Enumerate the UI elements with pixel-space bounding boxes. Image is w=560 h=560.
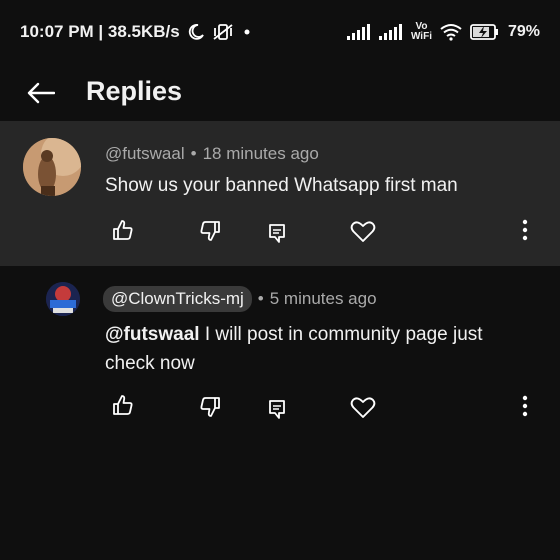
status-right: Vo WiFi 79%	[346, 22, 540, 42]
thumbs-up-icon	[111, 218, 135, 247]
meta-separator: •	[190, 144, 197, 163]
status-time-speed: 10:07 PM | 38.5KB/s	[20, 22, 180, 41]
avatar[interactable]	[46, 282, 80, 316]
avatar[interactable]	[23, 138, 81, 196]
reply-mention[interactable]: @futswaal	[105, 324, 200, 345]
like-button[interactable]	[108, 217, 138, 247]
thumbs-down-icon	[198, 395, 222, 424]
more-vertical-icon	[522, 219, 528, 246]
heart-icon	[350, 395, 376, 424]
signal-1-icon	[346, 24, 371, 40]
vowifi-bottom: WiFi	[410, 31, 432, 42]
battery-percent: 79%	[507, 23, 540, 40]
heart-button[interactable]	[348, 394, 378, 424]
moon-icon	[188, 24, 204, 40]
page-title: Replies	[86, 76, 183, 106]
wifi-icon	[440, 23, 462, 41]
thumbs-down-icon	[198, 219, 222, 248]
heart-button[interactable]	[348, 218, 378, 248]
status-left: 10:07 PM | 38.5KB/s	[20, 22, 252, 42]
more-options-button[interactable]	[510, 393, 540, 423]
reply-icon	[266, 398, 288, 425]
reply-time: 5 minutes ago	[269, 289, 377, 308]
comment-author[interactable]: @futswaal	[105, 144, 185, 164]
vowifi-label: Vo WiFi	[411, 22, 432, 42]
comment-meta: @futswaal • 18 minutes ago	[105, 144, 319, 164]
status-bar: 10:07 PM | 38.5KB/s Vo WiFi 79%	[0, 0, 560, 64]
reply-icon	[266, 222, 288, 249]
dislike-button[interactable]	[195, 394, 225, 424]
like-button[interactable]	[108, 392, 138, 422]
signal-2-icon	[378, 24, 403, 40]
reply-author-chip[interactable]: @ClownTricks-mj	[103, 286, 252, 312]
reply-meta: @ClownTricks-mj • 5 minutes ago	[103, 286, 377, 312]
reply-button[interactable]	[262, 220, 292, 250]
reply-text: @futswaal I will post in community page …	[105, 320, 535, 378]
comment-time: 18 minutes ago	[202, 144, 319, 163]
notification-dot-icon	[242, 27, 252, 37]
thumbs-up-icon	[111, 393, 135, 422]
meta-separator: •	[257, 289, 264, 308]
parent-comment: @futswaal • 18 minutes ago Show us your …	[0, 121, 560, 266]
reply-comment: @ClownTricks-mj • 5 minutes ago @futswaa…	[0, 266, 560, 436]
heart-icon	[350, 219, 376, 248]
muted-vibrate-icon	[212, 23, 234, 41]
back-arrow-icon[interactable]	[24, 76, 58, 110]
header: Replies	[0, 64, 560, 120]
battery-charging-icon	[470, 23, 500, 41]
dislike-button[interactable]	[195, 218, 225, 248]
more-vertical-icon	[522, 395, 528, 422]
reply-button[interactable]	[262, 396, 292, 426]
comment-text: Show us your banned Whatsapp first man	[105, 175, 458, 196]
more-options-button[interactable]	[510, 217, 540, 247]
